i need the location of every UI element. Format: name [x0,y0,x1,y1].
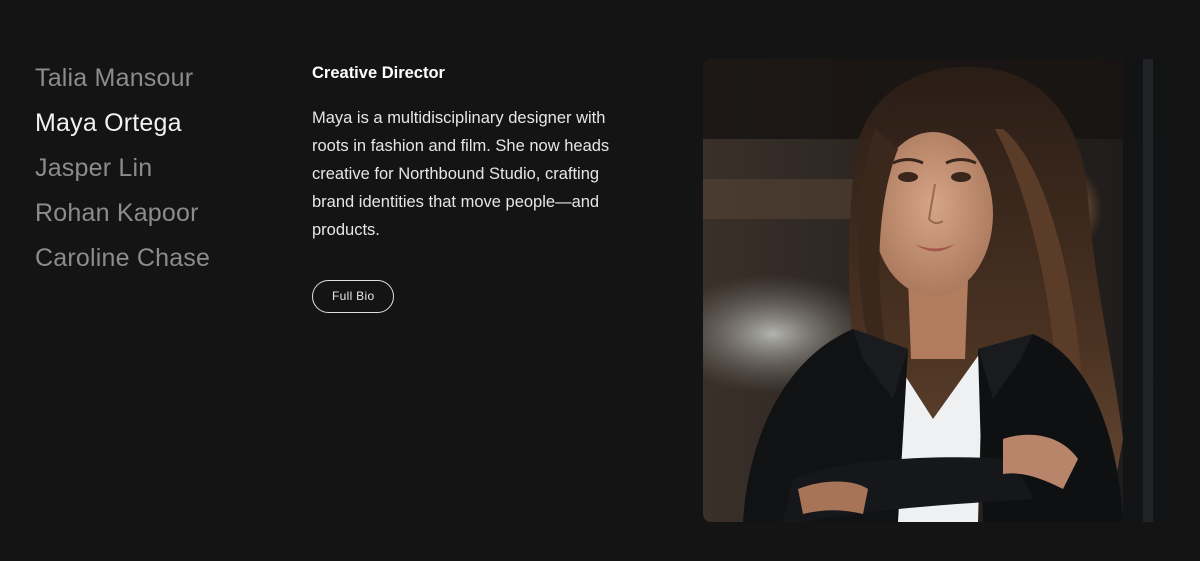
team-member-caroline-chase[interactable]: Caroline Chase [35,236,285,281]
team-section: Talia Mansour Maya Ortega Jasper Lin Roh… [0,0,1200,561]
team-member-rohan-kapoor[interactable]: Rohan Kapoor [35,191,285,236]
team-member-jasper-lin[interactable]: Jasper Lin [35,146,285,191]
member-bio: Creative Director Maya is a multidiscipl… [312,62,642,313]
member-portrait [703,59,1165,522]
full-bio-button[interactable]: Full Bio [312,280,395,313]
team-member-talia-mansour[interactable]: Talia Mansour [35,56,285,101]
team-member-list: Talia Mansour Maya Ortega Jasper Lin Roh… [35,56,285,281]
member-bio-text: Maya is a multidisciplinary designer wit… [312,109,610,239]
member-role: Creative Director [312,64,445,82]
team-member-maya-ortega[interactable]: Maya Ortega [35,101,285,146]
